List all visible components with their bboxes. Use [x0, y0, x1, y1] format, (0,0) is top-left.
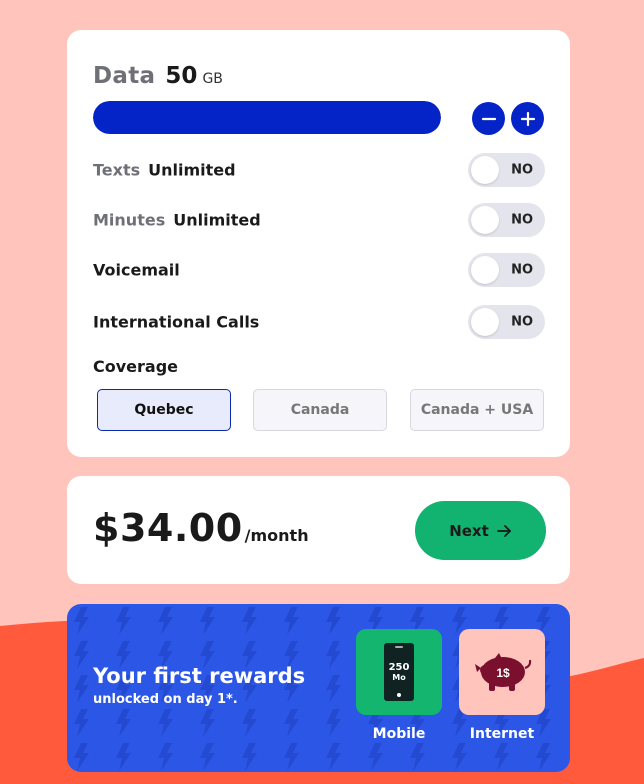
option-row-international-calls: International Calls NO [93, 305, 545, 339]
rewards-subtitle: unlocked on day 1*. [93, 692, 238, 707]
arrow-right-icon [496, 524, 511, 537]
coverage-canada-usa-button[interactable]: Canada + USA [410, 389, 544, 431]
internet-badge-value: 1$ [496, 666, 510, 680]
mobile-reward-label: Mobile [372, 726, 426, 742]
rewards-card: Your first rewards unlocked on day 1*. 2… [67, 604, 570, 772]
option-value: Unlimited [173, 210, 261, 230]
toggle-label: NO [511, 262, 533, 278]
texts-toggle[interactable]: NO [468, 153, 545, 187]
next-button[interactable]: Next [415, 501, 546, 560]
option-row-voicemail: Voicemail NO [93, 253, 545, 287]
price-amount: $34.00 [93, 506, 243, 550]
voicemail-label: Voicemail [93, 261, 180, 280]
increase-data-button[interactable] [511, 102, 544, 135]
phone-icon: 250 Mo [384, 643, 414, 701]
price-period: /month [244, 526, 309, 545]
toggle-knob [471, 156, 499, 184]
data-value: 50 [165, 63, 198, 89]
toggle-label: NO [511, 314, 533, 330]
coverage-canada-button[interactable]: Canada [253, 389, 387, 431]
data-label: Data [93, 63, 156, 89]
internet-reward-label: Internet [469, 726, 535, 742]
option-key: Texts [93, 160, 141, 180]
minutes-label: Minutes Unlimited [93, 211, 261, 230]
rewards-title: Your first rewards [93, 664, 306, 688]
next-label: Next [449, 521, 489, 540]
minutes-toggle[interactable]: NO [468, 203, 545, 237]
price-card: $34.00 /month Next [67, 476, 570, 584]
toggle-knob [471, 206, 499, 234]
voicemail-toggle[interactable]: NO [468, 253, 545, 287]
data-heading: Data 50 GB [93, 63, 223, 89]
option-row-texts: Texts Unlimited NO [93, 153, 545, 187]
data-unit: GB [202, 71, 223, 87]
toggle-label: NO [511, 212, 533, 228]
option-value: Unlimited [148, 160, 236, 180]
plan-card: Data 50 GB Texts Unlimited NO Minutes Unli… [67, 30, 570, 457]
coverage-quebec-button[interactable]: Quebec [97, 389, 231, 431]
texts-label: Texts Unlimited [93, 161, 236, 180]
coverage-title: Coverage [93, 357, 179, 376]
data-slider-fill [93, 101, 441, 134]
option-row-minutes: Minutes Unlimited NO [93, 203, 545, 237]
monthly-price: $34.00 /month [93, 506, 309, 550]
mobile-badge-unit: Mo [392, 673, 406, 682]
mobile-badge-value: 250 [388, 662, 410, 673]
option-key: Minutes [93, 210, 166, 230]
plus-icon [520, 111, 535, 126]
toggle-label: NO [511, 162, 533, 178]
piggy-bank-icon: 1$ [475, 653, 532, 691]
toggle-knob [471, 256, 499, 284]
international-calls-toggle[interactable]: NO [468, 305, 545, 339]
data-amount: 50 GB [165, 63, 223, 89]
data-slider[interactable] [93, 101, 441, 134]
toggle-knob [471, 308, 499, 336]
minus-icon [481, 117, 496, 120]
international-calls-label: International Calls [93, 313, 259, 332]
internet-reward-tile: 1$ [459, 629, 545, 715]
decrease-data-button[interactable] [472, 102, 505, 135]
mobile-reward-tile: 250 Mo [356, 629, 442, 715]
option-key: Voicemail [93, 260, 180, 280]
option-key: International Calls [93, 312, 260, 332]
